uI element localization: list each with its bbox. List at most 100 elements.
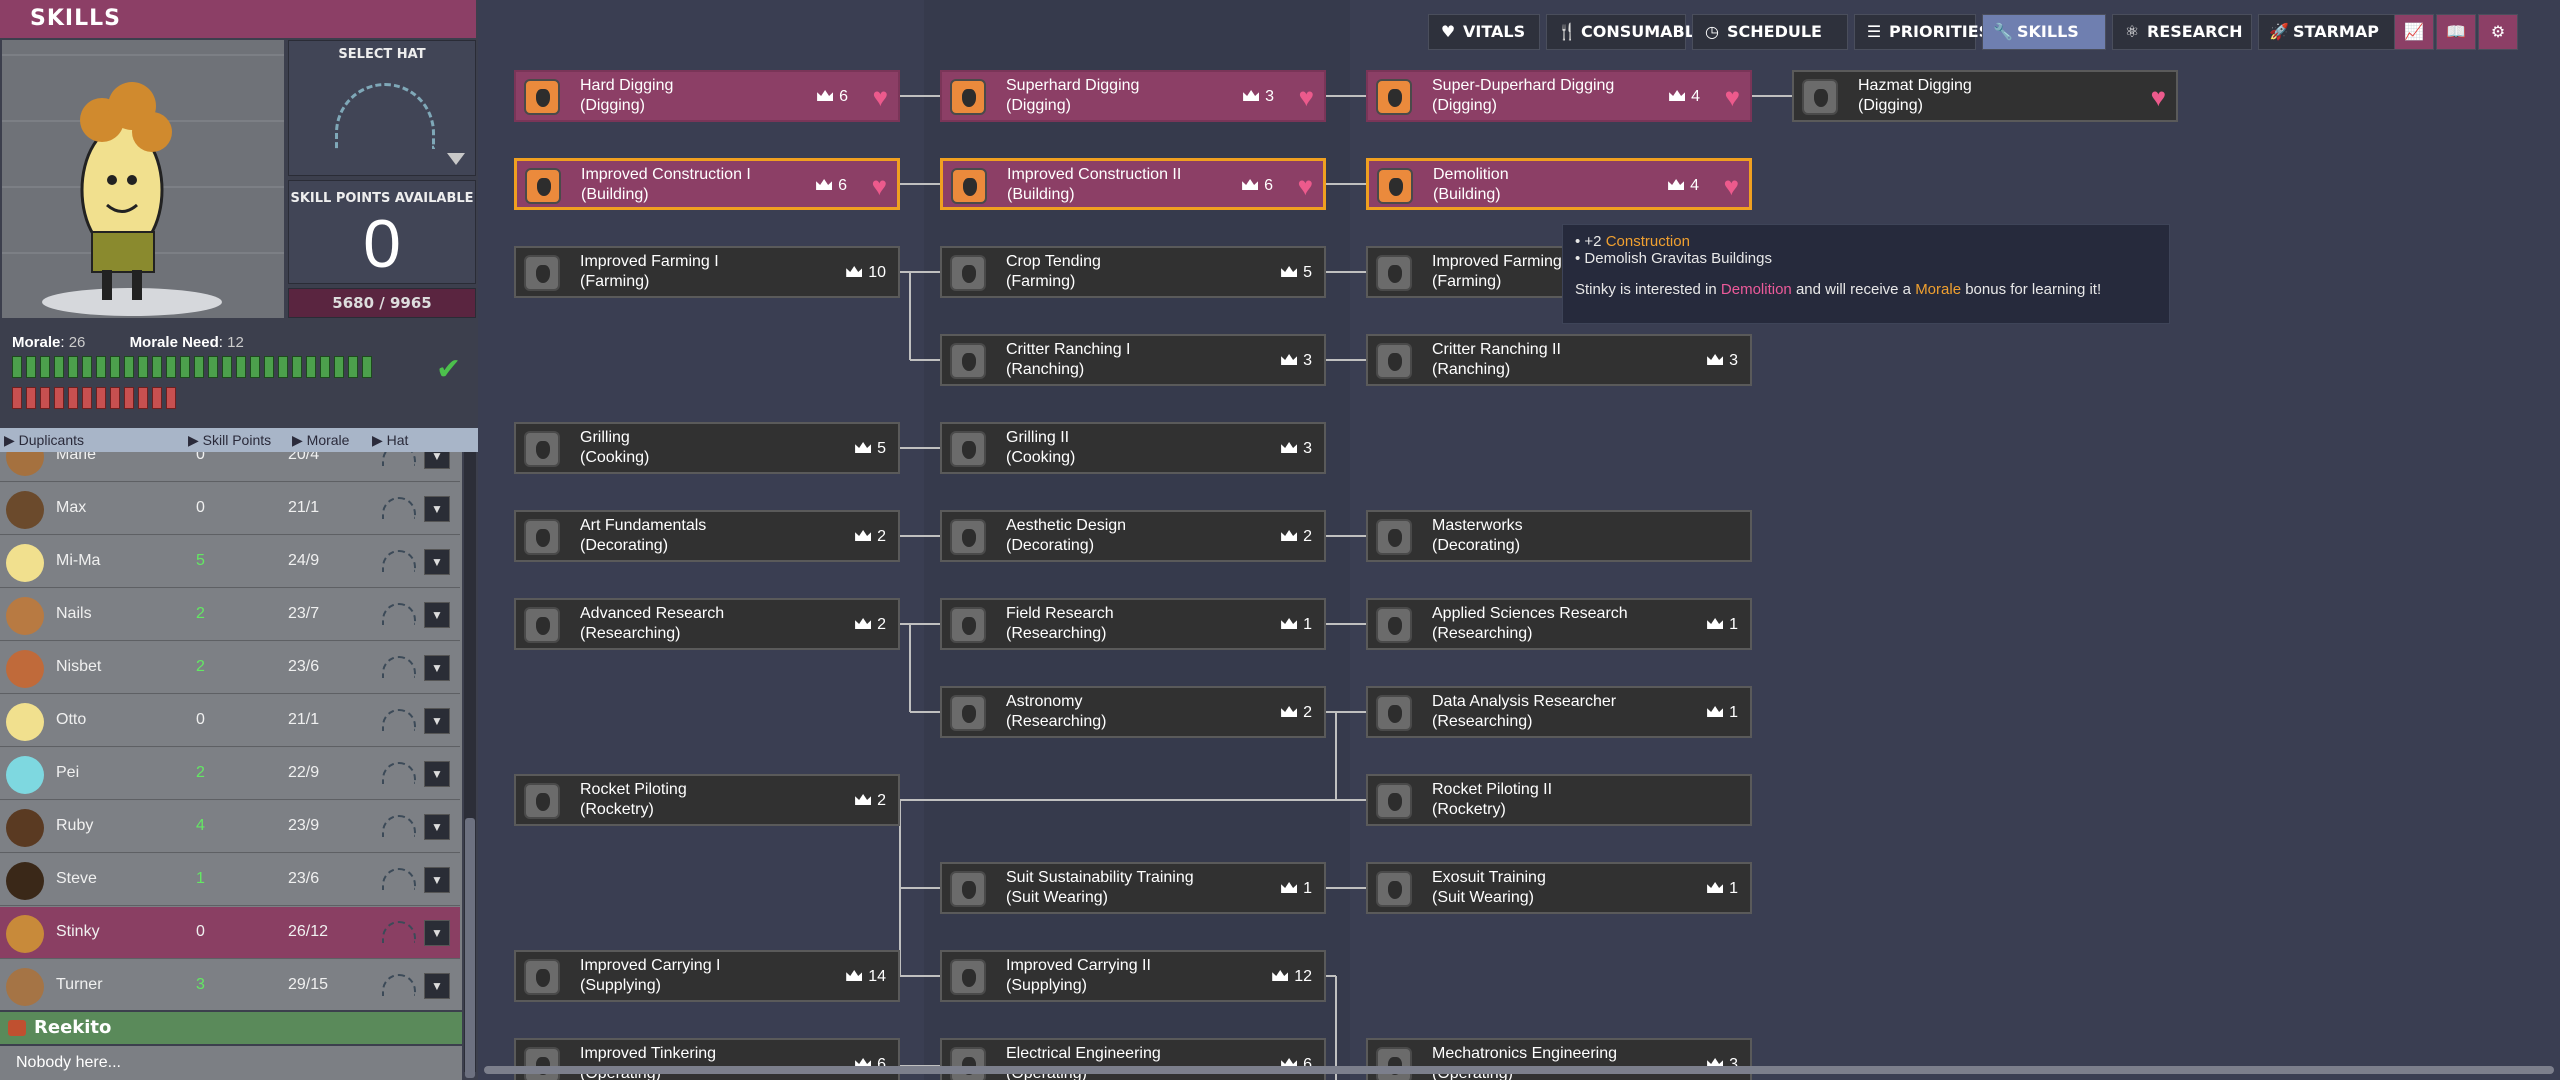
skill-card-aesthetic-design[interactable]: Aesthetic Design (Decorating) 2 <box>940 510 1326 562</box>
skill-card-critter-ranching-2[interactable]: Critter Ranching II (Ranching) 3 <box>1366 334 1752 386</box>
nav-label: RESEARCH <box>2147 22 2243 41</box>
crown-icon <box>1281 618 1298 629</box>
skill-card-hard-digging[interactable]: Hard Digging (Digging) 6 ♥ <box>514 70 900 122</box>
nav-research-button[interactable]: ⚛ RESEARCH <box>2112 14 2252 50</box>
tooltip-morale: Morale <box>1915 281 1962 298</box>
skill-holders-count: 1 <box>1281 616 1312 634</box>
skill-card-hazmat-digging[interactable]: Hazmat Digging (Digging) ♥ <box>1792 70 2178 122</box>
skill-card-grilling[interactable]: Grilling (Cooking) 5 <box>514 422 900 474</box>
skill-group: (Decorating) <box>1432 537 1521 554</box>
codex-icon[interactable]: 📖 <box>2436 14 2476 50</box>
horizontal-scrollbar[interactable] <box>484 1066 2554 1074</box>
crown-icon <box>855 618 872 629</box>
skill-name: Improved Farming II <box>1432 253 1576 270</box>
crown-icon <box>1281 706 1298 717</box>
skill-card-suit-sustainability[interactable]: Suit Sustainability Training (Suit Weari… <box>940 862 1326 914</box>
skill-name: Exosuit Training <box>1432 869 1546 886</box>
settings-icon[interactable]: ⚙ <box>2478 14 2518 50</box>
crown-icon <box>846 266 863 277</box>
skill-holders-count: 6 <box>1242 177 1273 195</box>
skill-card-improved-construction-2[interactable]: Improved Construction II (Building) 6 ♥ <box>940 158 1326 210</box>
skill-card-improved-carrying-1[interactable]: Improved Carrying I (Supplying) 14 <box>514 950 900 1002</box>
skill-holders-count: 4 <box>1668 177 1699 195</box>
skill-holders-count: 12 <box>1272 968 1312 986</box>
crown-icon <box>1707 618 1724 629</box>
crown-icon <box>1281 442 1298 453</box>
skill-group: (Rocketry) <box>1432 801 1506 818</box>
skill-icon <box>524 959 560 995</box>
skill-card-super-duperhard-digging[interactable]: Super-Duperhard Digging (Digging) 4 ♥ <box>1366 70 1752 122</box>
skill-group: (Rocketry) <box>580 801 654 818</box>
skill-card-improved-construction-1[interactable]: Improved Construction I (Building) 6 ♥ <box>514 158 900 210</box>
skill-card-field-research[interactable]: Field Research (Researching) 1 <box>940 598 1326 650</box>
skill-card-crop-tending[interactable]: Crop Tending (Farming) 5 <box>940 246 1326 298</box>
nav-label: SKILLS <box>2017 22 2079 41</box>
skill-card-critter-ranching-1[interactable]: Critter Ranching I (Ranching) 3 <box>940 334 1326 386</box>
skill-group: (Researching) <box>1432 713 1533 730</box>
skill-icon <box>950 519 986 555</box>
skill-group: (Cooking) <box>580 449 650 466</box>
skill-holders-count: 5 <box>855 440 886 458</box>
interest-heart-icon: ♥ <box>1298 82 1314 112</box>
skill-holders-count: 2 <box>855 528 886 546</box>
skill-name: Applied Sciences Research <box>1432 605 1628 622</box>
skill-icon <box>950 343 986 379</box>
skill-card-improved-farming-1[interactable]: Improved Farming I (Farming) 10 <box>514 246 900 298</box>
skill-card-masterworks[interactable]: Masterworks (Decorating) <box>1366 510 1752 562</box>
skill-name: Improved Farming I <box>580 253 719 270</box>
skill-group: (Farming) <box>1006 273 1076 290</box>
nav-vitals-button[interactable]: ♥ VITALS <box>1428 14 1540 50</box>
skill-icon <box>950 1047 986 1080</box>
fork-knife-icon: 🍴 <box>1557 22 1577 41</box>
skill-name: Hard Digging <box>580 77 674 94</box>
skill-group: (Suit Wearing) <box>1432 889 1534 906</box>
nav-starmap-button[interactable]: 🚀 STARMAP <box>2258 14 2400 50</box>
skill-holders-count: 2 <box>855 616 886 634</box>
skill-group: (Building) <box>1007 186 1075 203</box>
skill-name: Improved Carrying I <box>580 957 721 974</box>
skill-card-rocket-piloting[interactable]: Rocket Piloting (Rocketry) 2 <box>514 774 900 826</box>
skill-group: (Building) <box>581 186 649 203</box>
skill-group: (Researching) <box>1006 713 1107 730</box>
skill-group: (Ranching) <box>1432 361 1511 378</box>
skill-icon <box>1376 607 1412 643</box>
report-icon[interactable]: 📈 <box>2394 14 2434 50</box>
skill-holders-count: 1 <box>1281 880 1312 898</box>
skill-holders-count: 5 <box>1281 264 1312 282</box>
skill-card-grilling-2[interactable]: Grilling II (Cooking) 3 <box>940 422 1326 474</box>
nav-consumables-button[interactable]: 🍴 CONSUMABLES <box>1546 14 1717 50</box>
skill-holders-count: 1 <box>1707 616 1738 634</box>
skill-group: (Digging) <box>1006 97 1071 114</box>
skill-card-rocket-piloting-2[interactable]: Rocket Piloting II (Rocketry) <box>1366 774 1752 826</box>
skill-card-applied-sciences-research[interactable]: Applied Sciences Research (Researching) 1 <box>1366 598 1752 650</box>
interest-heart-icon: ♥ <box>1724 82 1740 112</box>
skill-icon <box>950 79 986 115</box>
skill-icon <box>524 1047 560 1080</box>
skill-card-superhard-digging[interactable]: Superhard Digging (Digging) 3 ♥ <box>940 70 1326 122</box>
skill-card-art-fundamentals[interactable]: Art Fundamentals (Decorating) 2 <box>514 510 900 562</box>
skill-name: Improved Construction II <box>1007 166 1182 183</box>
skill-group: (Digging) <box>1432 97 1497 114</box>
skill-card-astronomy[interactable]: Astronomy (Researching) 2 <box>940 686 1326 738</box>
nav-skills-button[interactable]: 🔧 SKILLS <box>1982 14 2106 50</box>
nav-label: VITALS <box>1463 22 1526 41</box>
crown-icon <box>1243 90 1260 101</box>
skill-card-demolition[interactable]: Demolition (Building) 4 ♥ <box>1366 158 1752 210</box>
skill-card-exosuit-training[interactable]: Exosuit Training (Suit Wearing) 1 <box>1366 862 1752 914</box>
skill-name: Advanced Research <box>580 605 725 622</box>
skill-icon <box>950 431 986 467</box>
skill-card-improved-carrying-2[interactable]: Improved Carrying II (Supplying) 12 <box>940 950 1326 1002</box>
atom-icon: ⚛ <box>2124 22 2140 41</box>
skill-name: Art Fundamentals <box>580 517 707 534</box>
crown-icon <box>1707 706 1724 717</box>
skill-holders-count: 2 <box>855 792 886 810</box>
skill-icon <box>950 695 986 731</box>
skill-name: Superhard Digging <box>1006 77 1140 94</box>
tooltip-bonus-value: +2 <box>1584 233 1602 250</box>
skill-card-advanced-research[interactable]: Advanced Research (Researching) 2 <box>514 598 900 650</box>
skill-card-data-analysis-researcher[interactable]: Data Analysis Researcher (Researching) 1 <box>1366 686 1752 738</box>
skill-holders-count: 6 <box>817 88 848 106</box>
nav-schedule-button[interactable]: ◷ SCHEDULE <box>1692 14 1848 50</box>
tooltip-text-c: bonus for learning it! <box>1965 281 2102 298</box>
nav-priorities-button[interactable]: ☰ PRIORITIES <box>1854 14 1990 50</box>
